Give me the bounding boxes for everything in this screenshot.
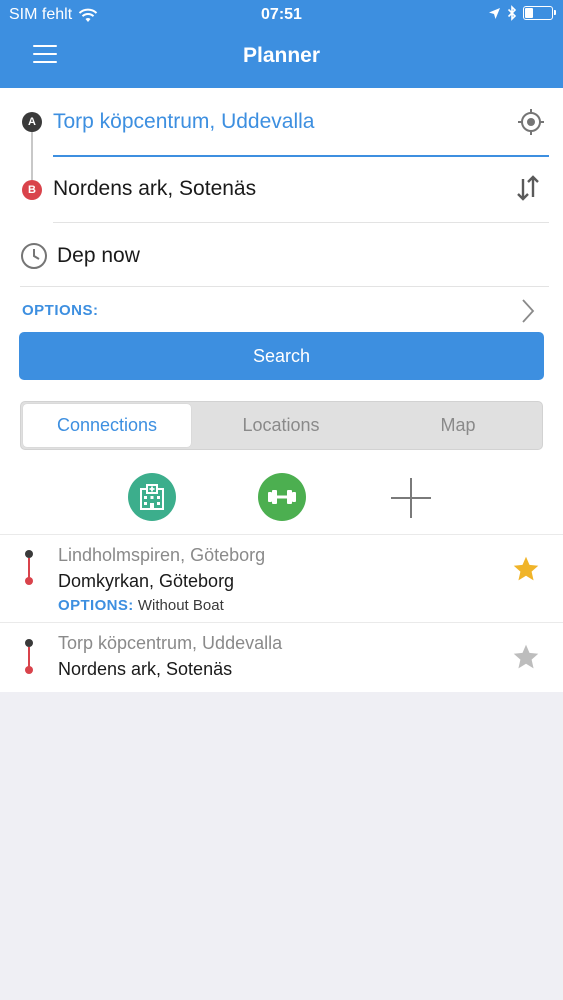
origin-input[interactable]: [53, 107, 503, 137]
origin-dot: [25, 639, 33, 647]
status-bar: SIM fehlt 07:51: [0, 0, 563, 30]
options-label: OPTIONS:: [22, 302, 99, 319]
options-row[interactable]: OPTIONS:: [20, 294, 545, 326]
connection-to: Domkyrkan, Göteborg: [58, 571, 235, 591]
swap-icon[interactable]: [515, 173, 541, 203]
tab-connections[interactable]: Connections: [23, 404, 191, 447]
connection-options: OPTIONS: Without Boat: [58, 597, 224, 614]
divider: [53, 222, 549, 223]
add-favorite-icon[interactable]: [389, 476, 433, 520]
star-filled-icon[interactable]: [512, 555, 540, 583]
connection-from: Lindholmspiren, Göteborg: [58, 545, 266, 565]
search-button[interactable]: Search: [19, 332, 544, 380]
location-arrow-icon: [489, 7, 500, 19]
origin-input-underline: [53, 155, 549, 157]
origin-marker: A: [22, 112, 42, 132]
tab-map[interactable]: Map: [373, 402, 543, 449]
clock-icon: [21, 243, 47, 269]
view-tabs: Connections Locations Map: [20, 401, 543, 450]
connection-options-value: Without Boat: [137, 597, 224, 614]
route-line: [28, 647, 30, 667]
dumbbell-icon: [268, 490, 296, 504]
connection-to: Nordens ark, Sotenäs: [58, 659, 233, 679]
status-icons: [488, 5, 556, 21]
destination-dot: [25, 577, 33, 585]
destination-dot: [25, 666, 33, 674]
page-title: Planner: [242, 44, 321, 67]
chevron-right-icon: [522, 299, 535, 323]
connection-options-label: OPTIONS:: [58, 597, 134, 614]
hospital-icon: [140, 484, 164, 510]
star-outline-icon[interactable]: [512, 643, 540, 671]
battery-icon: [523, 6, 556, 20]
connection-from: Torp köpcentrum, Uddevalla: [58, 633, 283, 653]
favorite-hospital-button[interactable]: [128, 473, 176, 521]
app-header: SIM fehlt 07:51 Planner: [0, 0, 563, 88]
divider: [20, 286, 549, 287]
battery-level: [525, 8, 534, 18]
favorite-gym-button[interactable]: [258, 473, 306, 521]
origin-dot: [25, 550, 33, 558]
destination-marker: B: [22, 180, 42, 200]
route-line: [28, 558, 30, 578]
route-connector-line: [31, 128, 33, 180]
departure-time-field[interactable]: Dep now: [57, 244, 140, 268]
list-item[interactable]: Torp köpcentrum, Uddevalla Nordens ark, …: [0, 623, 563, 691]
status-time: 07:51: [261, 6, 302, 23]
bluetooth-icon: [507, 5, 517, 21]
current-location-icon[interactable]: [517, 108, 545, 136]
list-item[interactable]: Lindholmspiren, Göteborg Domkyrkan, Göte…: [0, 535, 563, 622]
tab-locations[interactable]: Locations: [197, 402, 365, 449]
destination-field[interactable]: Nordens ark, Sotenäs: [53, 177, 256, 201]
